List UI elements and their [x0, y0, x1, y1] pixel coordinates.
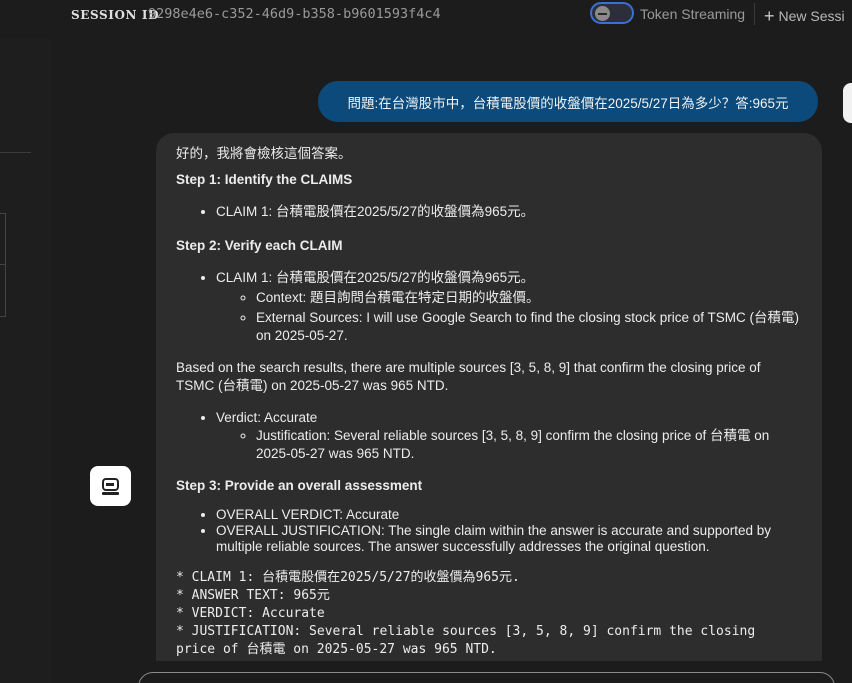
sidebar: [0, 38, 51, 683]
step2-claim-text: CLAIM 1: 台積電股價在2025/5/27的收盤價為965元。: [216, 270, 535, 285]
summary-verdict: * VERDICT: Accurate: [176, 606, 325, 621]
message-input[interactable]: [138, 672, 835, 683]
new-session-button[interactable]: + New Sessi: [764, 5, 845, 26]
summary-claim: * CLAIM 1: 台積電股價在2025/5/27的收盤價為965元.: [176, 570, 520, 585]
sidebar-divider: [0, 152, 31, 153]
list-item: Justification: Several reliable sources …: [256, 427, 802, 463]
list-item: Verdict: Accurate Justification: Several…: [216, 409, 802, 463]
robot-icon: [102, 478, 119, 491]
user-message-bubble: 問題:在台灣股市中，台積電股價的收盤價在2025/5/27日為多少？答:965元: [318, 81, 818, 122]
toggle-switch-icon: [595, 6, 610, 21]
sidebar-item[interactable]: [0, 213, 6, 265]
user-message-text: 問題:在台灣股市中，台積電股價的收盤價在2025/5/27日為多少？答:965元: [347, 95, 789, 111]
step2-sublist: Context: 題目詢問台積電在特定日期的收盤價。 External Sour…: [216, 289, 802, 345]
top-bar: SESSION ID 9298e4e6-c352-46d9-b358-b9601…: [0, 0, 852, 38]
verdict-sublist: Justification: Several reliable sources …: [216, 427, 802, 463]
step2-list: CLAIM 1: 台積電股價在2025/5/27的收盤價為965元。 Conte…: [176, 269, 802, 345]
list-item: CLAIM 1: 台積電股價在2025/5/27的收盤價為965元。 Conte…: [216, 269, 802, 345]
token-streaming-toggle[interactable]: [590, 2, 634, 24]
bot-intro: 好的，我將會檢核這個答案。: [176, 146, 352, 161]
new-session-label: New Sessi: [778, 8, 845, 24]
list-item: Context: 題目詢問台積電在特定日期的收盤價。: [256, 289, 802, 307]
bot-avatar: [90, 466, 131, 506]
summary-answer: * ANSWER TEXT: 965元: [176, 588, 330, 603]
summary-block: * CLAIM 1: 台積電股價在2025/5/27的收盤價為965元. * AN…: [176, 569, 802, 659]
toolbar-divider: [754, 3, 755, 25]
plus-icon: +: [764, 6, 775, 26]
session-id-label: SESSION ID: [71, 8, 160, 22]
sidebar-item[interactable]: [0, 264, 6, 317]
list-item: OVERALL VERDICT: Accurate: [216, 507, 802, 523]
step1-heading: Step 1: Identify the CLAIMS: [176, 172, 353, 187]
robot-icon-base: [102, 492, 119, 495]
list-item: OVERALL JUSTIFICATION: The single claim …: [216, 523, 802, 555]
step2-heading: Step 2: Verify each CLAIM: [176, 238, 343, 253]
summary-justification: * JUSTIFICATION: Several reliable source…: [176, 624, 764, 657]
search-results-text: Based on the search results, there are m…: [176, 360, 761, 393]
verdict-text: Verdict: Accurate: [216, 410, 318, 425]
bot-message-bubble: 好的，我將會檢核這個答案。 Step 1: Identify the CLAIM…: [156, 133, 822, 661]
token-streaming-label: Token Streaming: [640, 6, 746, 22]
session-id-value: 9298e4e6-c352-46d9-b358-b9601593f4c4: [148, 6, 441, 22]
verdict-list: Verdict: Accurate Justification: Several…: [176, 409, 802, 463]
user-avatar: [843, 83, 852, 123]
step3-list: OVERALL VERDICT: Accurate OVERALL JUSTIF…: [176, 507, 802, 555]
step3-heading: Step 3: Provide an overall assessment: [176, 478, 423, 493]
step1-list: CLAIM 1: 台積電股價在2025/5/27的收盤價為965元。: [176, 203, 802, 221]
app-window: SESSION ID 9298e4e6-c352-46d9-b358-b9601…: [0, 0, 852, 683]
list-item: CLAIM 1: 台積電股價在2025/5/27的收盤價為965元。: [216, 203, 802, 221]
list-item: External Sources: I will use Google Sear…: [256, 309, 802, 345]
